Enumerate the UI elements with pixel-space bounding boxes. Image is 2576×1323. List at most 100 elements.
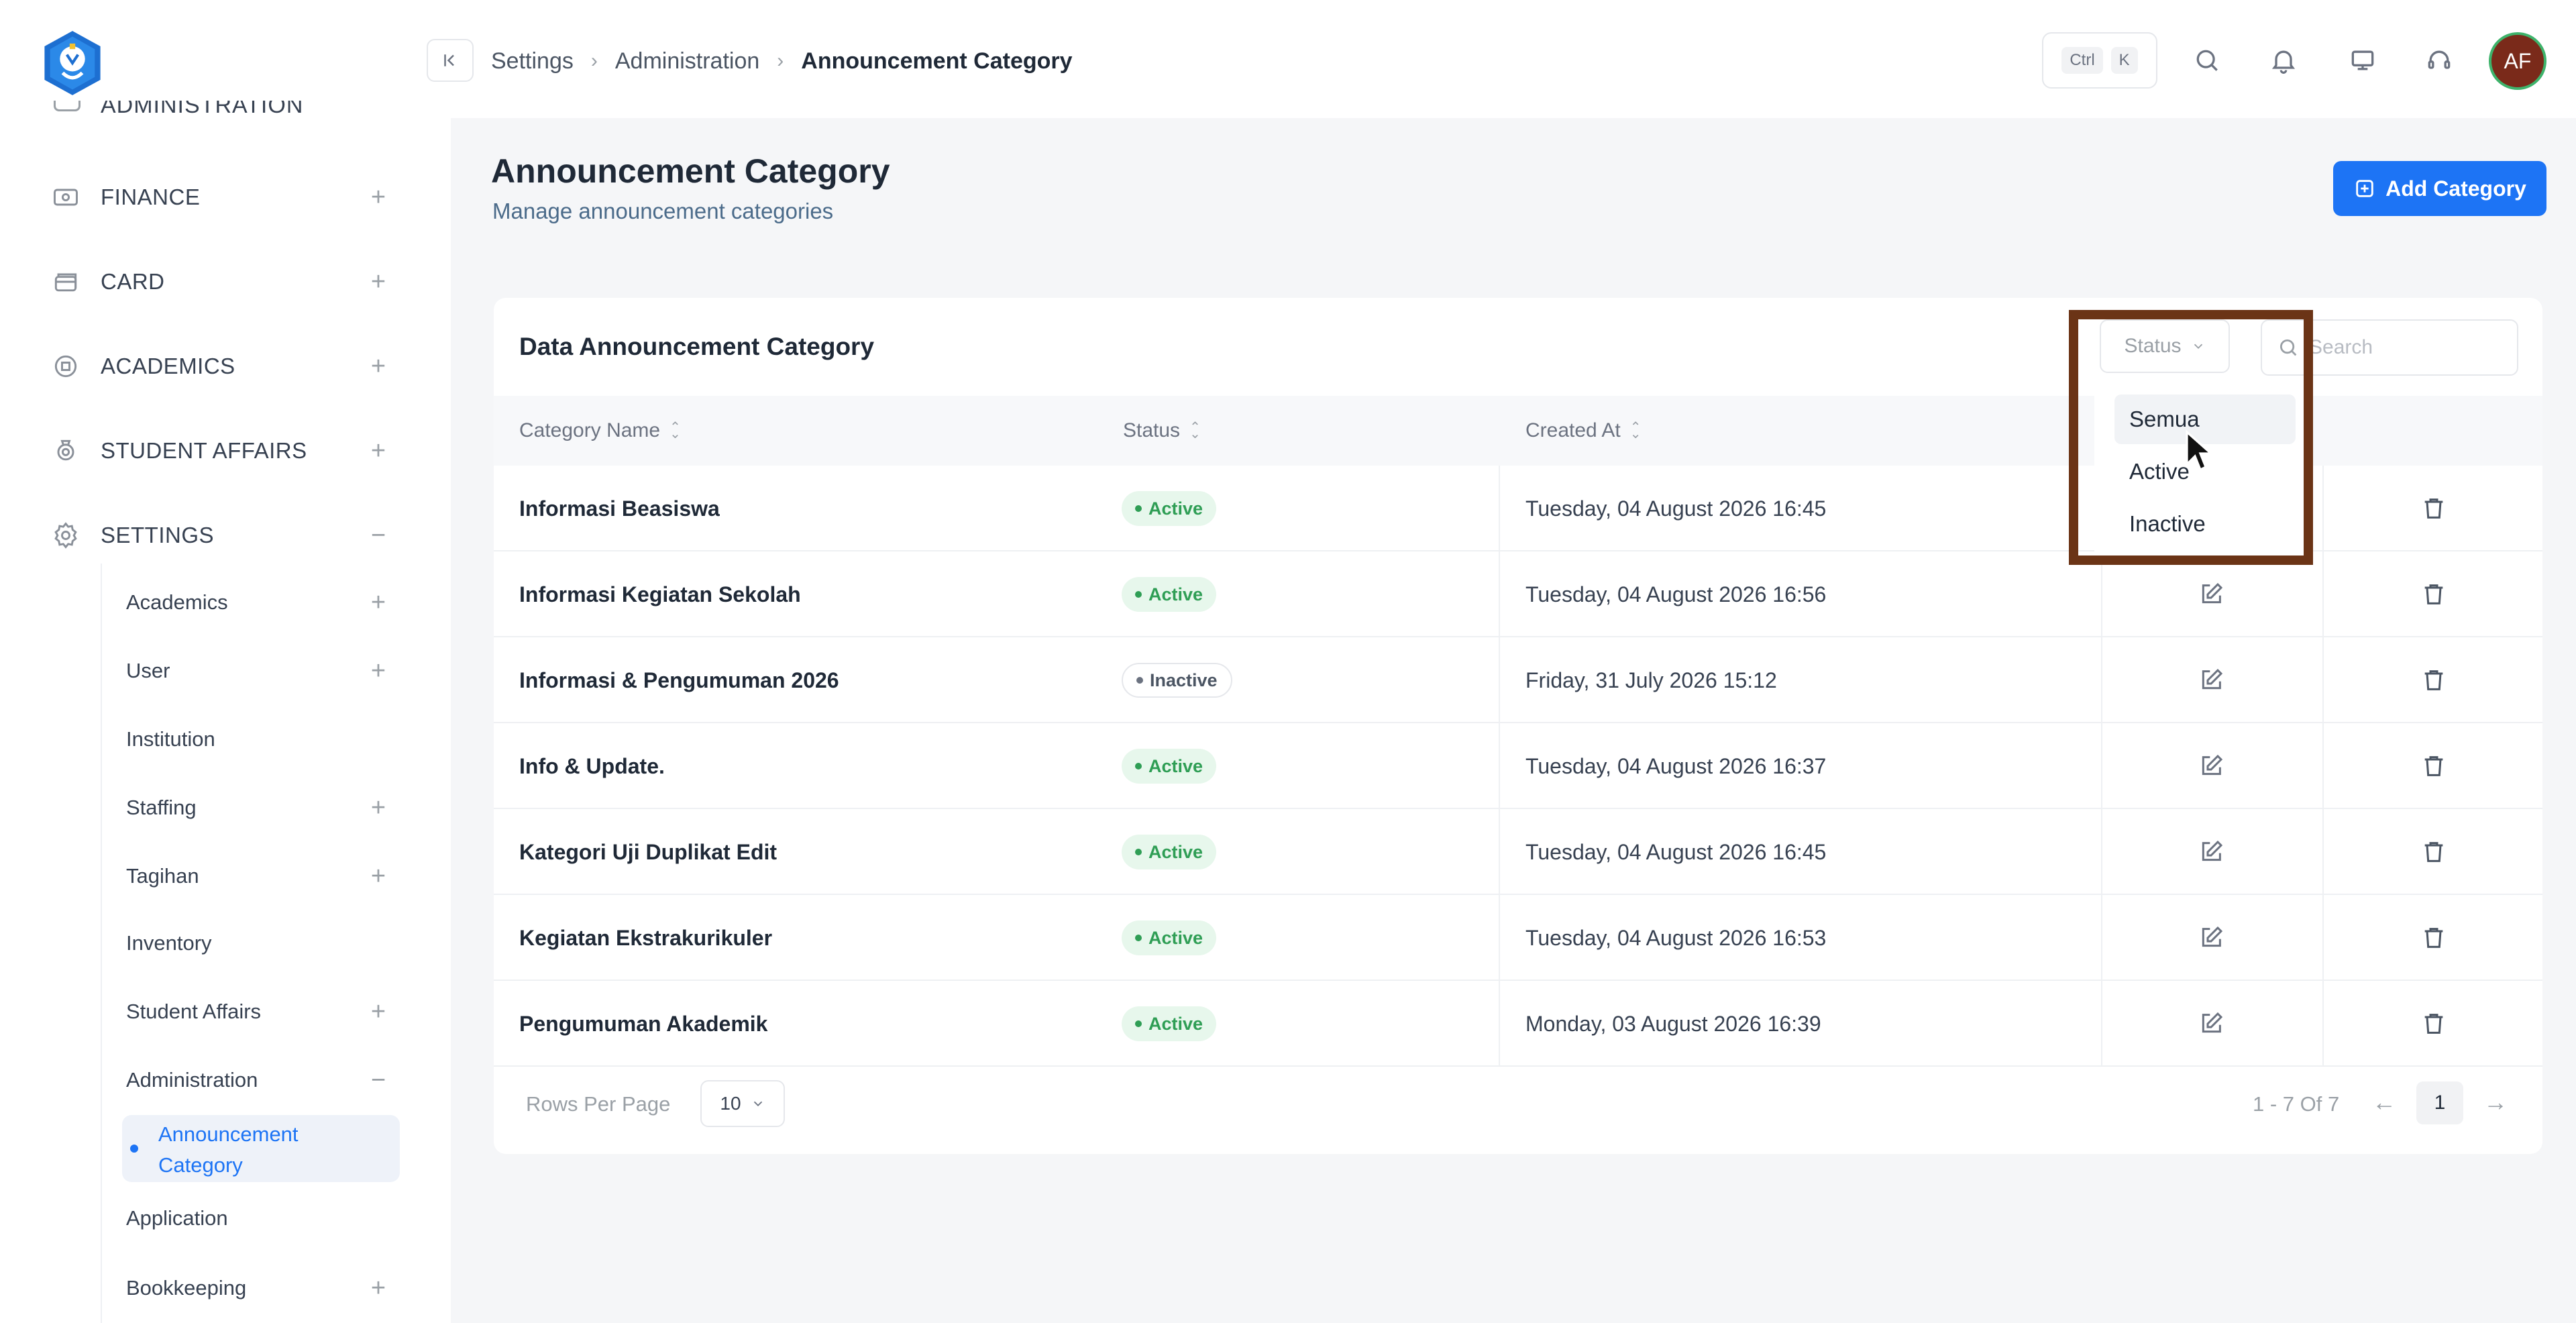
search-button[interactable] bbox=[2188, 42, 2226, 79]
expand-icon[interactable]: + bbox=[365, 1274, 392, 1303]
finance-icon bbox=[50, 181, 82, 213]
next-page-button[interactable]: → bbox=[2483, 1088, 2508, 1116]
expand-icon[interactable]: + bbox=[365, 657, 392, 686]
expand-icon[interactable]: + bbox=[365, 268, 392, 297]
sidebar-subitem-administration[interactable]: Administration − bbox=[126, 1060, 392, 1100]
prev-page-button[interactable]: ← bbox=[2372, 1088, 2396, 1116]
add-category-button[interactable]: Add Category bbox=[2333, 161, 2546, 216]
breadcrumb-administration[interactable]: Administration bbox=[615, 48, 759, 74]
column-divider bbox=[2101, 895, 2102, 981]
table-row: Informasi & Pengumuman 2026 Inactive Fri… bbox=[494, 637, 2542, 723]
table-row: Kategori Uji Duplikat Edit Active Tuesda… bbox=[494, 809, 2542, 895]
sidebar-subitem-bookkeeping[interactable]: Bookkeeping + bbox=[126, 1268, 392, 1308]
sidebar-subitem-academics[interactable]: Academics + bbox=[126, 582, 392, 623]
status-dot bbox=[1135, 763, 1142, 770]
sidebar-item-card[interactable]: CARD + bbox=[50, 260, 392, 303]
expand-icon[interactable]: + bbox=[365, 352, 392, 381]
page-title: Announcement Category bbox=[491, 152, 890, 190]
status-cell: Active bbox=[1122, 809, 1217, 895]
delete-button[interactable] bbox=[2416, 749, 2451, 784]
delete-button[interactable] bbox=[2416, 577, 2451, 612]
created-at-cell: Tuesday, 04 August 2026 16:37 bbox=[1525, 753, 1827, 778]
collapse-sidebar-button[interactable] bbox=[427, 39, 474, 82]
search-field[interactable] bbox=[2261, 319, 2518, 376]
kbd-k: K bbox=[2110, 47, 2138, 74]
search-icon bbox=[2279, 339, 2297, 356]
status-dot bbox=[1135, 849, 1142, 855]
collapse-icon[interactable]: − bbox=[365, 521, 392, 550]
trash-icon bbox=[2424, 928, 2443, 948]
sidebar-subitem-inventory[interactable]: Inventory bbox=[126, 923, 392, 963]
status-filter-select[interactable]: Status bbox=[2100, 319, 2230, 373]
column-header-category-name[interactable]: Category Name ⌃ ⌄ bbox=[519, 396, 681, 466]
expand-icon[interactable]: + bbox=[365, 862, 392, 891]
page-number-button[interactable]: 1 bbox=[2416, 1081, 2463, 1124]
sidebar-item-finance[interactable]: FINANCE + bbox=[50, 176, 392, 219]
avatar[interactable]: AF bbox=[2489, 32, 2546, 90]
edit-icon bbox=[2202, 668, 2223, 690]
sidebar-item-settings[interactable]: SETTINGS − bbox=[50, 514, 392, 557]
expand-icon[interactable]: + bbox=[365, 183, 392, 212]
column-divider bbox=[2101, 637, 2102, 723]
edit-button[interactable] bbox=[2194, 749, 2229, 784]
sidebar-item-label: SETTINGS bbox=[101, 523, 215, 547]
support-button[interactable] bbox=[2420, 42, 2458, 79]
edit-button[interactable] bbox=[2194, 920, 2229, 955]
edit-icon bbox=[2202, 582, 2223, 604]
status-dot bbox=[1135, 505, 1142, 512]
status-option-inactive[interactable]: Inactive bbox=[2114, 499, 2296, 549]
sidebar-subitem-label: Tagihan bbox=[126, 864, 199, 888]
search-input[interactable] bbox=[2309, 336, 2510, 359]
created-at-cell: Friday, 31 July 2026 15:12 bbox=[1525, 668, 1777, 692]
edit-button[interactable] bbox=[2194, 663, 2229, 698]
expand-icon[interactable]: + bbox=[365, 588, 392, 617]
delete-button[interactable] bbox=[2416, 663, 2451, 698]
column-divider bbox=[2322, 637, 2324, 723]
edit-button[interactable] bbox=[2194, 577, 2229, 612]
category-name-cell: Informasi & Pengumuman 2026 bbox=[519, 668, 839, 692]
delete-button[interactable] bbox=[2416, 835, 2451, 869]
command-palette-shortcut[interactable]: Ctrl K bbox=[2042, 32, 2157, 89]
display-button[interactable] bbox=[2344, 42, 2381, 79]
sidebar-subitem-institution[interactable]: Institution bbox=[126, 719, 392, 759]
rows-per-page-select[interactable]: 10 bbox=[700, 1080, 785, 1127]
status-cell: Inactive bbox=[1122, 637, 1232, 723]
created-at-cell: Tuesday, 04 August 2026 16:45 bbox=[1525, 839, 1827, 864]
sidebar-item-academics[interactable]: ACADEMICS + bbox=[50, 345, 392, 388]
delete-button[interactable] bbox=[2416, 1006, 2451, 1041]
breadcrumb-settings[interactable]: Settings bbox=[491, 48, 574, 74]
sidebar-item-student-affairs[interactable]: STUDENT AFFAIRS + bbox=[50, 429, 392, 472]
sidebar-subitem-student-affairs[interactable]: Student Affairs + bbox=[126, 992, 392, 1032]
sidebar-subitem-staffing[interactable]: Staffing + bbox=[126, 788, 392, 828]
column-header-status[interactable]: Status ⌃ ⌄ bbox=[1123, 396, 1201, 466]
sidebar-item-administration-partial[interactable]: ADMINISTRATION bbox=[51, 101, 400, 127]
edit-button[interactable] bbox=[2194, 835, 2229, 869]
sidebar-subitem-tagihan[interactable]: Tagihan + bbox=[126, 856, 392, 896]
column-header-created-at[interactable]: Created At ⌃ ⌄ bbox=[1525, 396, 1642, 466]
edit-icon bbox=[2202, 926, 2223, 947]
status-badge: Active bbox=[1122, 920, 1217, 955]
notifications-button[interactable] bbox=[2265, 42, 2302, 79]
sidebar-subitem-application[interactable]: Application bbox=[126, 1198, 392, 1238]
edit-button[interactable] bbox=[2194, 1006, 2229, 1041]
status-badge: Active bbox=[1122, 749, 1217, 784]
institution-logo[interactable] bbox=[38, 28, 107, 98]
sidebar-subitem-label: Institution bbox=[126, 727, 215, 751]
expand-icon[interactable]: + bbox=[365, 437, 392, 466]
status-cell: Active bbox=[1122, 981, 1217, 1067]
sidebar-subitem-user[interactable]: User + bbox=[126, 651, 392, 691]
column-divider bbox=[1499, 551, 1500, 637]
status-badge: Active bbox=[1122, 835, 1217, 869]
sidebar-subitem-announcement-category[interactable]: Announcement Category bbox=[122, 1115, 400, 1182]
search-icon bbox=[2196, 50, 2218, 71]
status-badge-label: Active bbox=[1148, 584, 1203, 604]
category-name-cell: Informasi Beasiswa bbox=[519, 496, 720, 521]
status-badge: Active bbox=[1122, 491, 1217, 526]
breadcrumb: Settings › Administration › Announcement… bbox=[491, 44, 1073, 78]
delete-button[interactable] bbox=[2416, 491, 2451, 526]
collapse-icon[interactable]: − bbox=[365, 1066, 392, 1095]
column-header-label: Created At bbox=[1525, 419, 1621, 441]
delete-button[interactable] bbox=[2416, 920, 2451, 955]
expand-icon[interactable]: + bbox=[365, 794, 392, 823]
expand-icon[interactable]: + bbox=[365, 998, 392, 1026]
